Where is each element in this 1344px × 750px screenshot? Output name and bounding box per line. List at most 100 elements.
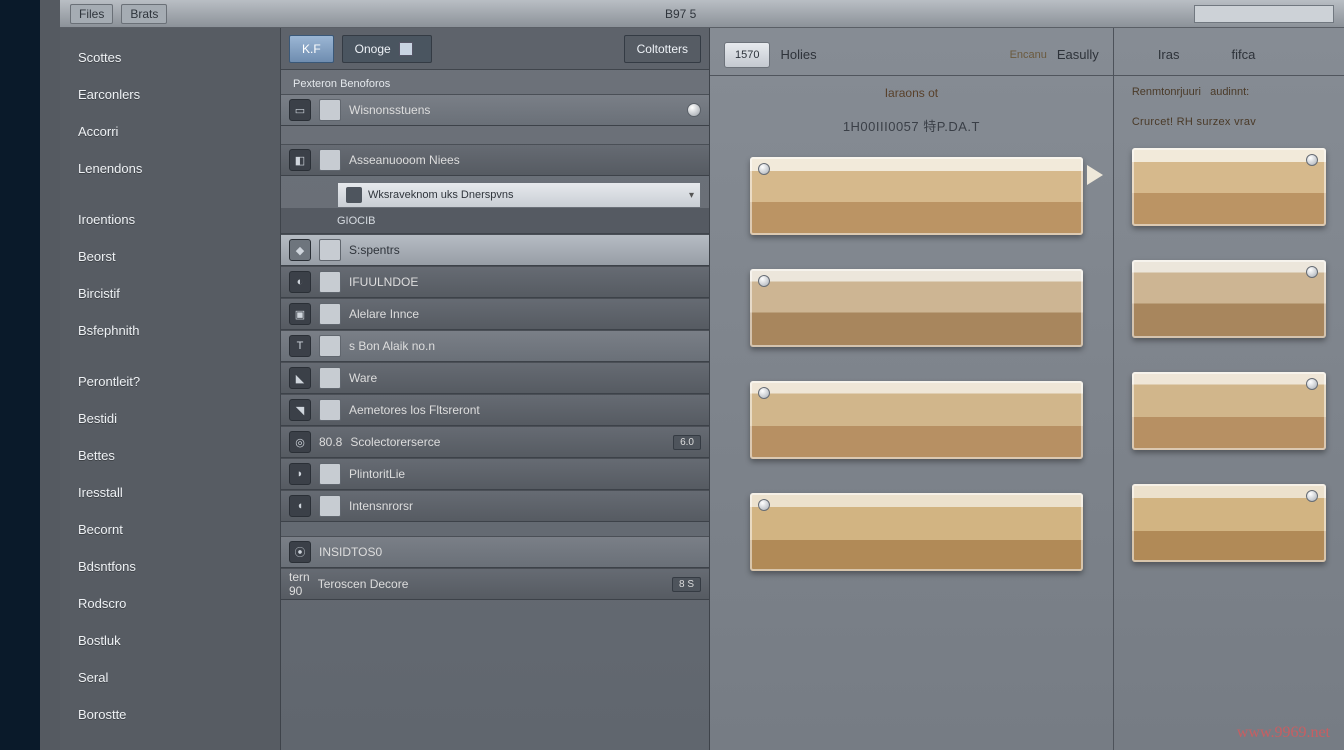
tab-encanu: Encanu	[1010, 49, 1047, 61]
row-label: Ware	[349, 371, 701, 385]
material-swatch[interactable]	[1132, 484, 1326, 562]
preview-panel: 1570 Holies Encanu Easully Iaraons ot 1H…	[710, 28, 1344, 750]
prop-row[interactable]: T s Bon Alaik no.n	[281, 330, 709, 362]
row-icon: ▭	[289, 99, 311, 121]
preview-right-tabs: Iras ﬁfca	[1114, 34, 1344, 76]
tab-colletters[interactable]: Coltotters	[624, 35, 701, 63]
tab-lc[interactable]: Iras	[1158, 47, 1180, 62]
footer-a: tern 90	[289, 570, 310, 598]
prop-row[interactable]: ◧ Asseanuooom Niees	[281, 144, 709, 176]
toggle-knob[interactable]	[687, 103, 701, 117]
row-label: Aemetores los Fltsreront	[349, 403, 701, 417]
topbar-code: B97 5	[665, 7, 696, 21]
material-swatch[interactable]	[1132, 148, 1326, 226]
tab-holes[interactable]: Holies	[780, 47, 816, 62]
stud-icon	[758, 387, 770, 399]
row-icon: ◖	[289, 495, 311, 517]
panel-tabs: K.F Onoge Coltotters	[281, 28, 709, 70]
footer-row[interactable]: ⦿ INSIDTOS0	[281, 536, 709, 568]
chevron-down-icon: ▾	[689, 190, 694, 201]
topbar-files[interactable]: Files	[70, 4, 113, 24]
sidebar-item[interactable]: Borostte	[78, 707, 262, 722]
topbar-brats[interactable]: Brats	[121, 4, 167, 24]
material-swatch[interactable]	[750, 381, 1083, 459]
row-icon: T	[289, 335, 311, 357]
sidebar-item[interactable]: Accorri	[78, 124, 262, 139]
row-icon: ▣	[289, 303, 311, 325]
prop-row[interactable]: ◣ Ware	[281, 362, 709, 394]
dropdown-icon	[346, 187, 362, 203]
sidebar-item[interactable]: Bestidi	[78, 411, 262, 426]
stud-icon	[758, 275, 770, 287]
sidebar-item[interactable]: Iresstall	[78, 485, 262, 500]
prop-row-selected[interactable]: ◆ S:spentrs	[281, 234, 709, 266]
code-label: GIOCIB	[281, 208, 709, 234]
sidebar-item[interactable]: Becornt	[78, 522, 262, 537]
thumb-icon	[319, 399, 341, 421]
stud-icon	[758, 163, 770, 175]
tab-active[interactable]: K.F	[289, 35, 334, 63]
row-label: Asseanuooom Niees	[349, 153, 701, 167]
sidebar-item[interactable]: Bircistif	[78, 286, 262, 301]
tab-fica[interactable]: ﬁfca	[1231, 47, 1255, 62]
sidebar-item[interactable]: Perontleit?	[78, 374, 262, 389]
stud-icon	[1306, 490, 1318, 502]
prop-row[interactable]: ▭ Wisnonsstuens	[281, 94, 709, 126]
tab-pill[interactable]: 1570	[724, 42, 770, 68]
thumb-icon	[319, 99, 341, 121]
stud-icon	[758, 499, 770, 511]
preview-left: 1570 Holies Encanu Easully Iaraons ot 1H…	[710, 28, 1114, 750]
material-swatch[interactable]	[750, 493, 1083, 571]
tab-onoge[interactable]: Onoge	[342, 35, 432, 63]
sidebar-item[interactable]: Bsfephnith	[78, 323, 262, 338]
topbar-search-slot[interactable]	[1194, 5, 1334, 23]
thumb-icon	[319, 463, 341, 485]
preview-right: Iras ﬁfca Renmtonrjuuri audinnt: Crurcet…	[1114, 28, 1344, 750]
row-label: PlintoritLie	[349, 467, 701, 481]
material-swatch[interactable]	[1132, 372, 1326, 450]
stud-icon	[1306, 378, 1318, 390]
row-label: IFUULNDOE	[349, 275, 701, 289]
swatch-list	[710, 143, 1113, 571]
prop-row[interactable]: ◗ PlintoritLie	[281, 458, 709, 490]
prop-row[interactable]: ▣ Alelare Innce	[281, 298, 709, 330]
value-c: 6.0	[673, 435, 701, 450]
row-icon: ◥	[289, 399, 311, 421]
sidebar-item[interactable]: Bettes	[78, 448, 262, 463]
prop-row-values[interactable]: ◎ 80.8 Scolectorerserce 6.0	[281, 426, 709, 458]
row-icon: ◣	[289, 367, 311, 389]
material-swatch[interactable]	[1132, 260, 1326, 338]
material-swatch[interactable]	[750, 269, 1083, 347]
prop-row[interactable]: ◖ Intensnrorsr	[281, 490, 709, 522]
material-swatch[interactable]	[750, 157, 1083, 235]
sidebar-item[interactable]: Bdsntfons	[78, 559, 262, 574]
sidebar-item[interactable]: Lenendons	[78, 161, 262, 176]
thumb-icon	[319, 271, 341, 293]
topbar: Files Brats B97 5	[60, 0, 1344, 28]
preview-tabs: 1570 Holies Encanu Easully	[710, 34, 1113, 76]
dropdown-label: Wksraveknom uks Dnerspvns	[368, 189, 514, 201]
watermark: www.9969.net	[1237, 724, 1330, 742]
sidebar-item[interactable]: Beorst	[78, 249, 262, 264]
row-icon: ◎	[289, 431, 311, 453]
dropdown[interactable]: Wksraveknom uks Dnerspvns ▾	[337, 182, 701, 208]
value-b: Scolectorerserce	[350, 435, 665, 449]
sidebar-item[interactable]: Rodscro	[78, 596, 262, 611]
sidebar-item[interactable]: Bostluk	[78, 633, 262, 648]
tab-easily[interactable]: Easully	[1057, 47, 1099, 62]
prop-row[interactable]: ◥ Aemetores los Fltsreront	[281, 394, 709, 426]
preview-right-head: Renmtonrjuuri audinnt:	[1114, 76, 1344, 98]
preview-right-line: Crurcet! RH surzex vrav	[1114, 98, 1344, 136]
thumb-icon	[319, 149, 341, 171]
stud-icon	[1306, 266, 1318, 278]
footer-c: 8 S	[672, 577, 701, 592]
sidebar-item[interactable]: Earconlers	[78, 87, 262, 102]
row-icon: ◧	[289, 149, 311, 171]
swatch-list-right	[1114, 136, 1344, 562]
prop-row[interactable]: ◐ IFUULNDOE	[281, 266, 709, 298]
sidebar-item[interactable]: Iroentions	[78, 212, 262, 227]
row-icon: ◐	[289, 271, 311, 293]
sidebar-item[interactable]: Seral	[78, 670, 262, 685]
sidebar-item[interactable]: Scottes	[78, 50, 262, 65]
preview-title: 1H00III0057 特P.DA.T	[710, 104, 1113, 143]
